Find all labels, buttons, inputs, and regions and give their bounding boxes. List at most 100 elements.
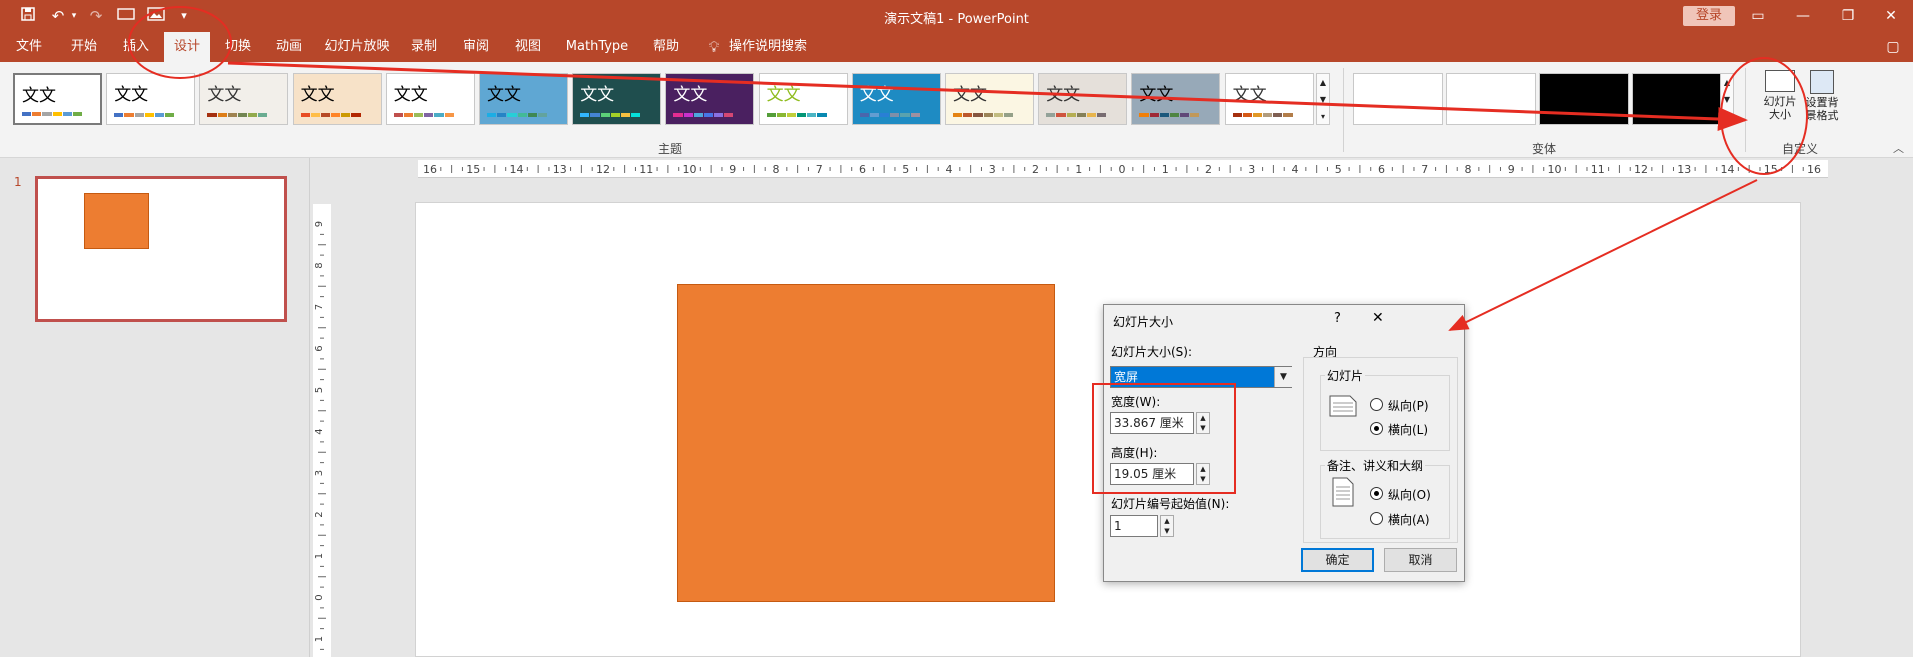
ok-button[interactable]: 确定: [1301, 548, 1374, 572]
theme-thumbnail[interactable]: 文文: [385, 73, 475, 125]
theme-color-bars: [300, 113, 361, 117]
tab-view[interactable]: 视图: [508, 32, 548, 62]
undo-dropdown-icon[interactable]: ▾: [64, 6, 84, 26]
ruler-tick-label: 8: [314, 262, 325, 268]
ruler-tick-label: 5: [1335, 163, 1342, 176]
variants-group-label: 变体: [1531, 142, 1556, 156]
slide-number: 1: [14, 175, 22, 189]
comments-icon[interactable]: ▢: [1882, 32, 1904, 62]
theme-color-bars: [207, 113, 268, 117]
theme-thumbnail[interactable]: 文文: [572, 73, 662, 125]
theme-sample-text: 文文: [114, 85, 149, 105]
ruler-tick-label: 7: [816, 163, 823, 176]
window-title: 演示文稿1 - PowerPoint: [884, 12, 1029, 27]
dialog-title: 幻灯片大小: [1113, 315, 1174, 329]
tab-help[interactable]: 帮助: [646, 32, 686, 62]
theme-thumbnail[interactable]: 文文: [1224, 73, 1314, 125]
minimize-icon[interactable]: —: [1785, 4, 1821, 28]
theme-thumbnail[interactable]: 文文: [106, 73, 196, 125]
theme-sample-text: 文文: [859, 85, 894, 105]
tab-mathtype[interactable]: MathType: [562, 32, 632, 62]
notes-portrait-radio[interactable]: [1370, 487, 1383, 500]
close-icon[interactable]: ✕: [1873, 4, 1909, 28]
theme-sample-text: 文文: [487, 85, 521, 105]
presenter-icon[interactable]: [116, 6, 136, 26]
ruler-tick-label: 16: [1807, 163, 1821, 176]
number-from-input[interactable]: 1: [1110, 515, 1158, 537]
slides-landscape-label: 横向(L): [1388, 423, 1429, 437]
ruler-tick-label: 11: [639, 163, 653, 176]
ruler-tick-label: 9: [314, 221, 325, 227]
tab-file[interactable]: 文件: [10, 32, 48, 62]
theme-color-bars: [487, 113, 548, 117]
ruler-tick-label: 2: [314, 511, 325, 517]
login-button[interactable]: 登录: [1683, 6, 1735, 26]
redo-icon: ↷: [89, 7, 103, 25]
slides-landscape-radio[interactable]: [1370, 422, 1383, 435]
tab-record[interactable]: 录制: [404, 32, 444, 62]
theme-thumbnail[interactable]: 文文: [1131, 73, 1221, 125]
theme-color-bars: [859, 113, 920, 117]
ruler-tick-label: 3: [989, 163, 996, 176]
title-bar: 演示文稿1 - PowerPoint: [0, 0, 1913, 32]
help-icon[interactable]: ?: [1334, 311, 1341, 326]
theme-sample-text: 文文: [300, 85, 335, 105]
chevron-down-icon[interactable]: ▼: [1274, 367, 1292, 387]
collapse-ribbon-icon[interactable]: ︿: [1893, 140, 1904, 156]
theme-thumbnail[interactable]: 文文: [199, 73, 289, 125]
format-background-button[interactable]: 设置背景格式: [1802, 70, 1842, 134]
tab-home[interactable]: 开始: [64, 32, 104, 62]
theme-thumbnail[interactable]: 文文: [945, 73, 1034, 125]
theme-sample-text: 文文: [1139, 85, 1174, 105]
theme-sample-text: 文文: [22, 86, 56, 106]
tab-animations[interactable]: 动画: [268, 32, 310, 62]
ruler-tick-label: 9: [1508, 163, 1515, 176]
theme-color-bars: [953, 113, 1014, 117]
theme-thumbnail[interactable]: 文文: [479, 73, 568, 125]
theme-thumbnail[interactable]: 文文: [851, 73, 941, 125]
theme-thumbnail[interactable]: 文文: [13, 73, 102, 125]
theme-thumbnail[interactable]: 文文: [758, 73, 848, 125]
themes-group-label: 主题: [657, 142, 682, 156]
ruler-tick-label: 3: [1248, 163, 1255, 176]
ruler-tick-label: 11: [1591, 163, 1605, 176]
theme-color-bars: [22, 112, 83, 116]
orange-rectangle-shape[interactable]: [677, 284, 1055, 602]
portrait-notes-icon: [1332, 477, 1354, 507]
slides-group-label: 幻灯片: [1325, 367, 1366, 384]
theme-thumbnail[interactable]: 文文: [665, 73, 755, 125]
tell-me-search[interactable]: 操作说明搜索: [728, 32, 808, 62]
cancel-button[interactable]: 取消: [1384, 548, 1457, 572]
variant-thumbnail[interactable]: [1632, 73, 1722, 125]
restore-icon[interactable]: ❐: [1830, 4, 1866, 28]
theme-color-bars: [114, 113, 175, 117]
variant-thumbnail[interactable]: [1446, 73, 1536, 125]
theme-sample-text: 文文: [207, 85, 242, 105]
themes-scroll[interactable]: ▲ ▼ ▾: [1316, 73, 1330, 125]
dialog-close-icon[interactable]: ✕: [1372, 310, 1384, 326]
notes-landscape-radio[interactable]: [1370, 512, 1383, 525]
tab-slideshow[interactable]: 幻灯片放映: [320, 32, 394, 62]
ruler-tick-label: 14: [510, 163, 524, 176]
tab-review[interactable]: 审阅: [456, 32, 496, 62]
theme-thumbnail[interactable]: 文文: [1038, 73, 1128, 125]
lightbulb-icon: 💡︎: [708, 38, 720, 56]
number-from-label: 幻灯片编号起始值(N):: [1111, 497, 1230, 511]
theme-thumbnail[interactable]: 文文: [292, 73, 382, 125]
variant-thumbnail[interactable]: [1353, 73, 1443, 125]
ribbon-display-icon[interactable]: ▭: [1740, 4, 1776, 28]
ruler-tick-label: 1: [1162, 163, 1169, 176]
variant-thumbnail[interactable]: [1539, 73, 1629, 125]
format-background-label: 设置背景格式: [1805, 96, 1839, 122]
slides-portrait-radio[interactable]: [1370, 398, 1383, 411]
number-from-stepper[interactable]: ▲ ▼: [1160, 515, 1174, 537]
ruler-tick-label: 4: [314, 428, 325, 434]
slide-thumbnail[interactable]: [35, 176, 287, 322]
ruler-tick-label: 10: [1548, 163, 1562, 176]
save-icon[interactable]: [18, 6, 38, 26]
ruler-tick-label: 6: [314, 345, 325, 351]
ruler-tick-label: 8: [1465, 163, 1472, 176]
theme-sample-text: 文文: [766, 85, 801, 105]
ruler-tick-label: 2: [1205, 163, 1212, 176]
theme-color-bars: [580, 113, 641, 117]
